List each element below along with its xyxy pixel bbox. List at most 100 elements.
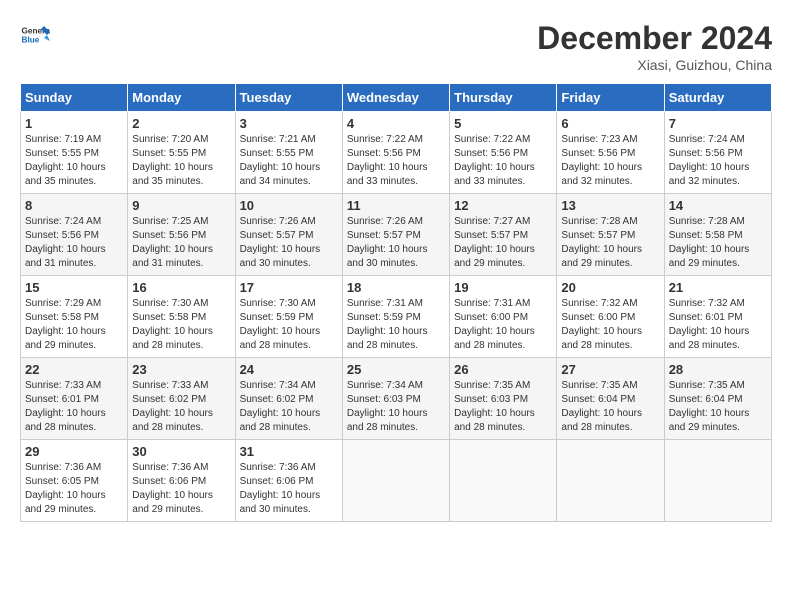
header-tuesday: Tuesday (235, 84, 342, 112)
table-row: 21 Sunrise: 7:32 AM Sunset: 6:01 PM Dayli… (664, 276, 771, 358)
day-number: 5 (454, 116, 552, 131)
day-info: Sunrise: 7:36 AM Sunset: 6:06 PM Dayligh… (132, 461, 230, 517)
header-monday: Monday (128, 84, 235, 112)
calendar-table: Sunday Monday Tuesday Wednesday Thursday… (20, 83, 772, 522)
day-info: Sunrise: 7:33 AM Sunset: 6:02 PM Dayligh… (132, 379, 230, 435)
table-row: 27Sunrise: 7:35 AM Sunset: 6:04 PM Dayli… (557, 358, 664, 440)
day-number: 3 (240, 116, 338, 131)
day-number: 12 (454, 198, 552, 213)
day-info: Sunrise: 7:36 AM Sunset: 6:06 PM Dayligh… (240, 461, 338, 517)
day-number: 14 (669, 198, 767, 213)
day-info: Sunrise: 7:36 AM Sunset: 6:05 PM Dayligh… (25, 461, 123, 517)
header-saturday: Saturday (664, 84, 771, 112)
day-number: 9 (132, 198, 230, 213)
month-title: December 2024 (537, 20, 772, 57)
day-number: 25 (347, 362, 445, 377)
day-info: Sunrise: 7:24 AM Sunset: 5:56 PM Dayligh… (25, 215, 123, 271)
day-info: Sunrise: 7:35 AM Sunset: 6:04 PM Dayligh… (561, 379, 659, 435)
table-row (664, 440, 771, 522)
day-number: 17 (240, 280, 338, 295)
day-number: 29 (25, 444, 123, 459)
day-info: Sunrise: 7:32 AM Sunset: 6:00 PM Dayligh… (561, 297, 659, 353)
table-row: 12 Sunrise: 7:27 AM Sunset: 5:57 PM Dayli… (450, 194, 557, 276)
day-info: Sunrise: 7:34 AM Sunset: 6:03 PM Dayligh… (347, 379, 445, 435)
day-info: Sunrise: 7:22 AM Sunset: 5:56 PM Dayligh… (454, 133, 552, 189)
day-info: Sunrise: 7:34 AM Sunset: 6:02 PM Dayligh… (240, 379, 338, 435)
day-number: 21 (669, 280, 767, 295)
day-number: 22 (25, 362, 123, 377)
day-info: Sunrise: 7:22 AM Sunset: 5:56 PM Dayligh… (347, 133, 445, 189)
page-header: General Blue December 2024 Xiasi, Guizho… (20, 20, 772, 73)
table-row: 1Sunrise: 7:19 AM Sunset: 5:55 PM Daylig… (21, 112, 128, 194)
table-row: 31Sunrise: 7:36 AM Sunset: 6:06 PM Dayli… (235, 440, 342, 522)
location: Xiasi, Guizhou, China (537, 57, 772, 73)
calendar-week-row: 15Sunrise: 7:29 AM Sunset: 5:58 PM Dayli… (21, 276, 772, 358)
table-row: 17 Sunrise: 7:30 AM Sunset: 5:59 PM Dayli… (235, 276, 342, 358)
day-info: Sunrise: 7:35 AM Sunset: 6:03 PM Dayligh… (454, 379, 552, 435)
day-number: 28 (669, 362, 767, 377)
logo: General Blue (20, 20, 54, 50)
table-row: 23Sunrise: 7:33 AM Sunset: 6:02 PM Dayli… (128, 358, 235, 440)
day-info: Sunrise: 7:24 AM Sunset: 5:56 PM Dayligh… (669, 133, 767, 189)
table-row: 15Sunrise: 7:29 AM Sunset: 5:58 PM Dayli… (21, 276, 128, 358)
table-row: 25 Sunrise: 7:34 AM Sunset: 6:03 PM Dayli… (342, 358, 449, 440)
day-info: Sunrise: 7:30 AM Sunset: 5:59 PM Dayligh… (240, 297, 338, 353)
day-number: 10 (240, 198, 338, 213)
day-number: 19 (454, 280, 552, 295)
calendar-week-row: 8 Sunrise: 7:24 AM Sunset: 5:56 PM Daylig… (21, 194, 772, 276)
table-row: 9Sunrise: 7:25 AM Sunset: 5:56 PM Daylig… (128, 194, 235, 276)
table-row: 4 Sunrise: 7:22 AM Sunset: 5:56 PM Daylig… (342, 112, 449, 194)
table-row: 26 Sunrise: 7:35 AM Sunset: 6:03 PM Dayli… (450, 358, 557, 440)
day-number: 8 (25, 198, 123, 213)
day-info: Sunrise: 7:29 AM Sunset: 5:58 PM Dayligh… (25, 297, 123, 353)
day-number: 26 (454, 362, 552, 377)
day-info: Sunrise: 7:28 AM Sunset: 5:58 PM Dayligh… (669, 215, 767, 271)
calendar-header-row: Sunday Monday Tuesday Wednesday Thursday… (21, 84, 772, 112)
day-info: Sunrise: 7:33 AM Sunset: 6:01 PM Dayligh… (25, 379, 123, 435)
table-row: 5 Sunrise: 7:22 AM Sunset: 5:56 PM Daylig… (450, 112, 557, 194)
day-number: 16 (132, 280, 230, 295)
day-number: 4 (347, 116, 445, 131)
day-number: 13 (561, 198, 659, 213)
calendar-week-row: 1Sunrise: 7:19 AM Sunset: 5:55 PM Daylig… (21, 112, 772, 194)
table-row: 18 Sunrise: 7:31 AM Sunset: 5:59 PM Dayli… (342, 276, 449, 358)
table-row: 2Sunrise: 7:20 AM Sunset: 5:55 PM Daylig… (128, 112, 235, 194)
day-info: Sunrise: 7:26 AM Sunset: 5:57 PM Dayligh… (240, 215, 338, 271)
day-info: Sunrise: 7:31 AM Sunset: 5:59 PM Dayligh… (347, 297, 445, 353)
table-row: 22 Sunrise: 7:33 AM Sunset: 6:01 PM Dayli… (21, 358, 128, 440)
day-info: Sunrise: 7:26 AM Sunset: 5:57 PM Dayligh… (347, 215, 445, 271)
table-row: 29 Sunrise: 7:36 AM Sunset: 6:05 PM Dayli… (21, 440, 128, 522)
day-info: Sunrise: 7:27 AM Sunset: 5:57 PM Dayligh… (454, 215, 552, 271)
header-wednesday: Wednesday (342, 84, 449, 112)
header-sunday: Sunday (21, 84, 128, 112)
table-row: 16 Sunrise: 7:30 AM Sunset: 5:58 PM Dayli… (128, 276, 235, 358)
day-number: 18 (347, 280, 445, 295)
table-row (342, 440, 449, 522)
logo-icon: General Blue (20, 20, 50, 50)
table-row: 19 Sunrise: 7:31 AM Sunset: 6:00 PM Dayli… (450, 276, 557, 358)
day-info: Sunrise: 7:21 AM Sunset: 5:55 PM Dayligh… (240, 133, 338, 189)
day-number: 11 (347, 198, 445, 213)
day-number: 7 (669, 116, 767, 131)
table-row: 28 Sunrise: 7:35 AM Sunset: 6:04 PM Dayli… (664, 358, 771, 440)
table-row: 3 Sunrise: 7:21 AM Sunset: 5:55 PM Daylig… (235, 112, 342, 194)
day-info: Sunrise: 7:28 AM Sunset: 5:57 PM Dayligh… (561, 215, 659, 271)
day-number: 1 (25, 116, 123, 131)
header-thursday: Thursday (450, 84, 557, 112)
day-info: Sunrise: 7:23 AM Sunset: 5:56 PM Dayligh… (561, 133, 659, 189)
table-row: 10 Sunrise: 7:26 AM Sunset: 5:57 PM Dayli… (235, 194, 342, 276)
table-row: 20Sunrise: 7:32 AM Sunset: 6:00 PM Dayli… (557, 276, 664, 358)
day-number: 24 (240, 362, 338, 377)
title-block: December 2024 Xiasi, Guizhou, China (537, 20, 772, 73)
day-info: Sunrise: 7:32 AM Sunset: 6:01 PM Dayligh… (669, 297, 767, 353)
calendar-week-row: 29 Sunrise: 7:36 AM Sunset: 6:05 PM Dayli… (21, 440, 772, 522)
table-row: 8 Sunrise: 7:24 AM Sunset: 5:56 PM Daylig… (21, 194, 128, 276)
day-info: Sunrise: 7:31 AM Sunset: 6:00 PM Dayligh… (454, 297, 552, 353)
calendar-week-row: 22 Sunrise: 7:33 AM Sunset: 6:01 PM Dayli… (21, 358, 772, 440)
table-row: 7 Sunrise: 7:24 AM Sunset: 5:56 PM Daylig… (664, 112, 771, 194)
table-row: 30Sunrise: 7:36 AM Sunset: 6:06 PM Dayli… (128, 440, 235, 522)
svg-text:Blue: Blue (22, 36, 40, 45)
day-info: Sunrise: 7:35 AM Sunset: 6:04 PM Dayligh… (669, 379, 767, 435)
table-row: 6Sunrise: 7:23 AM Sunset: 5:56 PM Daylig… (557, 112, 664, 194)
day-info: Sunrise: 7:30 AM Sunset: 5:58 PM Dayligh… (132, 297, 230, 353)
